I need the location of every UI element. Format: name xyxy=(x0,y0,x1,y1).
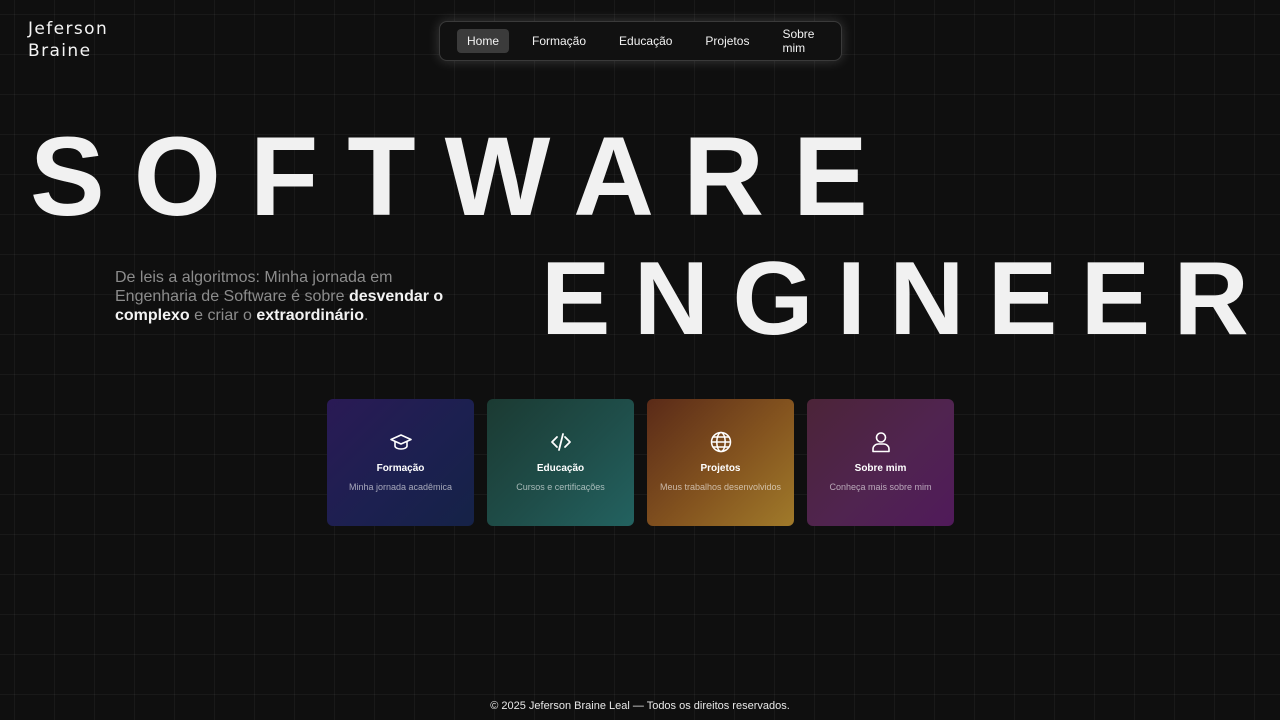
globe-icon xyxy=(710,431,731,453)
card-educacao[interactable]: Educação Cursos e certificações xyxy=(487,399,634,526)
hero-tagline: De leis a algoritmos: Minha jornada em E… xyxy=(115,268,460,325)
tagline-text-2: e criar o xyxy=(189,307,257,324)
nav-item-home[interactable]: Home xyxy=(457,29,510,53)
card-subtitle: Cursos e certificações xyxy=(516,482,605,492)
tagline-bold-2: extraordinário xyxy=(256,307,364,324)
card-title: Formação xyxy=(376,463,425,474)
hero-title-software: SOFTWARE xyxy=(30,114,897,239)
code-icon xyxy=(550,433,571,451)
user-icon xyxy=(871,432,890,453)
card-sobre-mim[interactable]: Sobre mim Conheça mais sobre mim xyxy=(807,399,954,526)
brand-first-name: Jeferson xyxy=(28,19,109,39)
card-projetos[interactable]: Projetos Meus trabalhos desenvolvidos xyxy=(647,399,794,526)
graduation-cap-icon xyxy=(389,434,412,450)
section-cards: Formação Minha jornada acadêmica Educaçã… xyxy=(327,399,954,526)
card-subtitle: Minha jornada acadêmica xyxy=(348,482,453,492)
nav-item-sobre-mim[interactable]: Sobre mim xyxy=(772,22,828,60)
card-subtitle: Conheça mais sobre mim xyxy=(829,482,932,492)
main-nav: Home Formação Educação Projetos Sobre mi… xyxy=(439,21,842,61)
brand-last-name: Braine xyxy=(28,41,92,61)
tagline-text-3: . xyxy=(363,307,369,324)
card-title: Projetos xyxy=(700,463,741,474)
hero-title-engineer: ENGINEER xyxy=(541,241,1273,357)
nav-item-educacao[interactable]: Educação xyxy=(609,29,682,53)
brand-logo[interactable]: Jeferson Braine xyxy=(28,18,108,62)
card-title: Sobre mim xyxy=(854,463,907,474)
card-subtitle: Meus trabalhos desenvolvidos xyxy=(659,482,782,492)
nav-item-formacao[interactable]: Formação xyxy=(522,29,596,53)
card-formacao[interactable]: Formação Minha jornada acadêmica xyxy=(327,399,474,526)
nav-item-projetos[interactable]: Projetos xyxy=(695,29,759,53)
card-title: Educação xyxy=(536,463,585,474)
footer-copyright: © 2025 Jeferson Braine Leal — Todos os d… xyxy=(490,700,790,712)
